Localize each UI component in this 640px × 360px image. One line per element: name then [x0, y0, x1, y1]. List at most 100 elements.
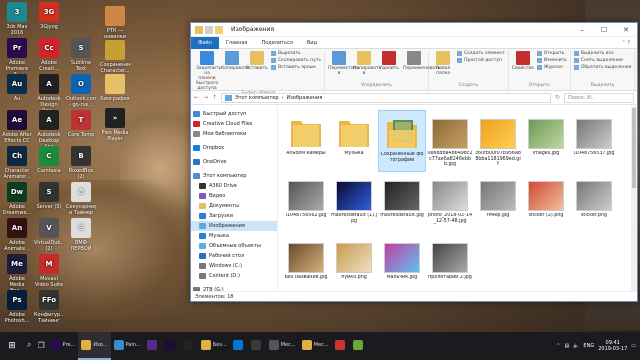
- desktop-shortcut[interactable]: Биография: [100, 74, 130, 102]
- ribbon-button[interactable]: Копировать в: [353, 51, 381, 76]
- desktop-shortcut[interactable]: Ps Adobe Photosh...: [2, 290, 32, 324]
- ribbon-button[interactable]: Удалить: [378, 51, 400, 71]
- desktop-shortcut[interactable]: S Sublime Text: [66, 38, 96, 72]
- nav-item[interactable]: Объемные объекты: [191, 241, 277, 251]
- taskbar-app-button[interactable]: [230, 332, 248, 360]
- file-item[interactable]: maxresdefault (1).jpg: [330, 172, 378, 234]
- desktop-shortcut[interactable]: ☰ BMФ ПЕРВОЙ: [66, 218, 96, 252]
- back-icon[interactable]: ←: [194, 94, 199, 101]
- volume-icon[interactable]: 🔈: [573, 343, 579, 349]
- ribbon-small-button[interactable]: Создать элемент: [457, 51, 505, 56]
- file-item[interactable]: 0e8ddba486498c2c77ae6a8246ebbb.jpg: [426, 110, 474, 172]
- file-item[interactable]: мальчик.jpg: [378, 234, 426, 296]
- taskbar-app-button[interactable]: Pre...: [48, 332, 79, 360]
- ribbon-small-button[interactable]: Открыть: [536, 51, 567, 56]
- taskbar-app-button[interactable]: Мес...: [299, 332, 332, 360]
- vertical-scrollbar[interactable]: [631, 106, 637, 291]
- desktop-shortcut[interactable]: Cc Adobe Creati...: [34, 38, 64, 72]
- nav-item[interactable]: Загрузки: [191, 211, 277, 221]
- desktop-shortcut[interactable]: РТК — новинки: [100, 6, 130, 40]
- file-item[interactable]: l1048756562.jpg: [282, 172, 330, 234]
- nav-item[interactable]: Рабочий стол: [191, 251, 277, 261]
- taskbar-app-button[interactable]: Pain...: [111, 332, 144, 360]
- nav-item[interactable]: Изображения: [191, 221, 277, 231]
- nav-item[interactable]: Мои библиотеки: [191, 129, 277, 139]
- file-item[interactable]: sticker.png: [570, 172, 618, 234]
- file-item[interactable]: maxresdefault.jpg: [378, 172, 426, 234]
- desktop-shortcut[interactable]: AAutodesk Desktop App: [34, 110, 64, 150]
- nav-item[interactable]: Видео: [191, 191, 277, 201]
- taskbar-app-button[interactable]: Без...: [198, 332, 230, 360]
- taskbar-app-button[interactable]: [332, 332, 350, 360]
- desktop-shortcut[interactable]: O Outlook.com - go-rus...: [66, 74, 96, 108]
- file-item[interactable]: пуйко.png: [330, 234, 378, 296]
- ribbon-small-button[interactable]: Вырезать: [271, 51, 321, 56]
- ribbon-small-button[interactable]: Обратить выделение: [573, 65, 631, 70]
- desktop-shortcut[interactable]: MeAdobe Media Enc...: [2, 254, 32, 294]
- search-icon[interactable]: ⌕: [24, 332, 34, 360]
- nav-item[interactable]: Музыка: [191, 231, 277, 241]
- breadcrumb-this-pc[interactable]: Этот компьютер: [235, 95, 278, 101]
- desktop-shortcut[interactable]: Ch Character Animator...: [2, 146, 32, 180]
- desktop-shortcut[interactable]: Dw Adobe Dreamwe...: [2, 182, 32, 216]
- ribbon-collapse-icon[interactable]: ⌃ ?: [615, 40, 637, 46]
- file-item[interactable]: l1048756537.jpg: [570, 110, 618, 172]
- file-item[interactable]: 360fb00f07b956a88bba1181969ed.gif: [474, 110, 522, 172]
- desktop-shortcut[interactable]: PrAdobe Premiere P...: [2, 38, 32, 78]
- taskbar-app-button[interactable]: [248, 332, 266, 360]
- ribbon-button[interactable]: Копировать: [221, 51, 249, 71]
- ribbon-small-button[interactable]: Снять выделение: [573, 58, 632, 63]
- nav-item[interactable]: Dropbox: [191, 143, 277, 153]
- windows-start-icon[interactable]: ⊞: [0, 332, 24, 360]
- ribbon-small-button[interactable]: Изменить: [536, 58, 567, 63]
- desktop-shortcut[interactable]: FFo Конфигур... Тайнинг: [34, 290, 64, 324]
- desktop-shortcut[interactable]: ⏱ Секундомер и Таймер: [66, 182, 96, 216]
- ribbon-small-button[interactable]: Скопировать путь: [271, 58, 321, 63]
- tab-home[interactable]: Главная: [219, 40, 255, 46]
- language-indicator[interactable]: ENG: [583, 343, 594, 349]
- file-item[interactable]: Сохраненные фотографии: [378, 110, 426, 172]
- scrollbar-thumb[interactable]: [632, 108, 636, 188]
- ribbon-button[interactable]: Свойства: [512, 51, 534, 71]
- file-item[interactable]: Альбом камеры: [282, 110, 330, 172]
- desktop-shortcut[interactable]: AAutodesk Design Rev...: [34, 74, 64, 114]
- file-item[interactable]: photo_2018-02-14_12-57-48.jpg: [426, 172, 474, 234]
- ribbon-button[interactable]: Закрепить на панели быстрого доступа: [196, 51, 221, 91]
- forward-icon[interactable]: →: [203, 94, 208, 101]
- desktop-shortcut[interactable]: » Plex Media Player: [100, 108, 130, 142]
- desktop-shortcut[interactable]: Сохранение Character...: [100, 40, 130, 74]
- nav-item[interactable]: Этот компьютер: [191, 171, 277, 181]
- tab-view[interactable]: Вид: [300, 40, 324, 46]
- nav-item[interactable]: Windows (C:): [191, 261, 277, 271]
- ribbon-small-button[interactable]: Простой доступ: [457, 58, 505, 63]
- desktop-shortcut[interactable]: Au Au: [2, 74, 32, 102]
- file-item[interactable]: images.jpg: [522, 110, 570, 172]
- ribbon-small-button[interactable]: Вставить ярлык: [271, 65, 321, 70]
- notifications-icon[interactable]: ▭: [631, 343, 636, 349]
- nav-item[interactable]: OneDrive: [191, 157, 277, 167]
- ribbon-button[interactable]: Переименовать: [403, 51, 440, 71]
- ribbon-button[interactable]: Вставить: [246, 51, 268, 71]
- nav-item[interactable]: A360 Drive: [191, 181, 277, 191]
- minimize-button[interactable]: –: [571, 23, 593, 37]
- breadcrumb-pictures[interactable]: Изображения: [287, 95, 323, 101]
- ribbon-small-button[interactable]: Выделить все: [573, 51, 632, 56]
- file-item[interactable]: пролетарий 2.jpg: [426, 234, 474, 296]
- refresh-icon[interactable]: ↻: [555, 94, 560, 101]
- taskbar-app-button[interactable]: [180, 332, 198, 360]
- taskbar-app-button[interactable]: Изо...: [78, 332, 111, 360]
- title-bar[interactable]: Изображения – ☐ ✕: [191, 23, 637, 37]
- nav-item[interactable]: Быстрый доступ: [191, 109, 277, 119]
- taskbar-app-button[interactable]: Мес...: [266, 332, 299, 360]
- tray-chevron-icon[interactable]: ⌃: [556, 343, 560, 349]
- file-item[interactable]: rMAql.jpg: [474, 172, 522, 234]
- network-icon[interactable]: ▤: [564, 343, 569, 349]
- file-item[interactable]: sticker (2).png: [522, 172, 570, 234]
- ribbon-small-button[interactable]: Журнал: [536, 65, 567, 70]
- desktop-shortcut[interactable]: Ae Adobe After Effects CC: [2, 110, 32, 144]
- desktop-shortcut[interactable]: B BoxedBox (2): [66, 146, 96, 180]
- desktop-shortcut[interactable]: V VirtualDub... (2): [34, 218, 64, 252]
- desktop-shortcut[interactable]: S Server (S): [34, 182, 64, 210]
- nav-item[interactable]: Content (D:): [191, 271, 277, 281]
- address-bar[interactable]: Этот компьютер › Изображения: [221, 92, 551, 103]
